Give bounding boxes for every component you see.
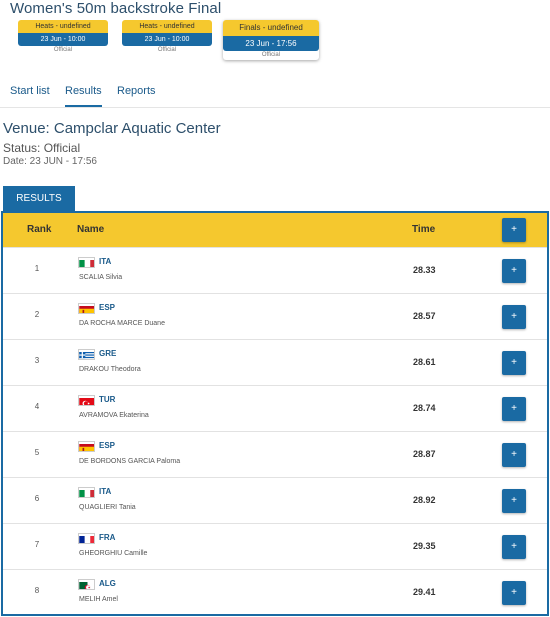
athlete-name[interactable]: GHEORGHIU Camille (79, 550, 147, 557)
italy-flag-icon (78, 487, 95, 498)
row-expand-button[interactable]: + (502, 581, 526, 605)
phase-datetime: 23 Jun - 10:00 (18, 33, 108, 46)
rank-value: 5 (34, 448, 40, 457)
event-title: Women's 50m backstroke Final (10, 0, 222, 17)
rank-value: 2 (34, 310, 40, 319)
time-value: 28.57 (413, 311, 436, 321)
country-code: FRA (99, 533, 116, 542)
plus-icon: + (511, 265, 517, 276)
phase-card-heats-2[interactable]: Heats - undefined 23 Jun - 10:00 Officia… (122, 20, 212, 55)
athlete-name[interactable]: SCALIA Silvia (79, 274, 122, 281)
country-code: TUR (99, 395, 116, 404)
country-code: ALG (99, 579, 116, 588)
athlete-name[interactable]: DRAKOU Theodora (79, 366, 141, 373)
rank-value: 4 (34, 402, 40, 411)
status-label: Status: Official (3, 141, 81, 155)
time-value: 28.74 (413, 403, 436, 413)
plus-icon: + (511, 224, 517, 235)
rank-value: 8 (34, 586, 40, 595)
name-header: Name (77, 224, 105, 235)
tab-results[interactable]: Results (65, 85, 102, 107)
time-value: 29.41 (413, 587, 436, 597)
tab-start-list[interactable]: Start list (10, 85, 50, 107)
phase-status: Official (261, 52, 281, 58)
time-value: 28.92 (413, 495, 436, 505)
france-flag-icon (78, 533, 95, 544)
phase-status: Official (157, 47, 177, 53)
phase-name: Finals - undefined (223, 20, 319, 36)
turkey-flag-icon (78, 395, 95, 406)
athlete-name[interactable]: MELIH Amel (79, 596, 118, 603)
phase-datetime: 23 Jun - 17:56 (223, 36, 319, 51)
phase-datetime: 23 Jun - 10:00 (122, 33, 212, 46)
rank-value: 6 (34, 494, 40, 503)
expand-all-button[interactable]: + (502, 218, 526, 242)
results-table: Rank Name Time + 1 ITA SCALIA Silvia 28.33 +… (1, 211, 549, 616)
row-expand-button[interactable]: + (502, 351, 526, 375)
plus-icon: + (511, 587, 517, 598)
phase-name: Heats - undefined (122, 20, 212, 33)
athlete-name[interactable]: QUAGLIERI Tania (79, 504, 136, 511)
table-row: 5 ESP DE BORDONS GARCIA Paloma 28.87 + (3, 431, 547, 477)
table-row: 3 GRE DRAKOU Theodora 28.61 + (3, 339, 547, 385)
country-code: ESP (99, 441, 116, 450)
venue-label: Venue: Campclar Aquatic Center (3, 120, 221, 137)
phase-card-heats-1[interactable]: Heats - undefined 23 Jun - 10:00 Officia… (18, 20, 108, 55)
spain-flag-icon (78, 303, 95, 314)
table-header: Rank Name Time + (3, 213, 547, 247)
country-code: ITA (99, 257, 112, 266)
tab-bar: Start list Results Reports (0, 80, 550, 108)
time-header: Time (412, 224, 436, 235)
table-row: 6 ITA QUAGLIERI Tania 28.92 + (3, 477, 547, 523)
row-expand-button[interactable]: + (502, 443, 526, 467)
athlete-name[interactable]: AVRAMOVA Ekaterina (79, 412, 149, 419)
row-expand-button[interactable]: + (502, 305, 526, 329)
algeria-flag-icon (78, 579, 95, 590)
rank-value: 3 (34, 356, 40, 365)
table-row: 1 ITA SCALIA Silvia 28.33 + (3, 247, 547, 293)
plus-icon: + (511, 449, 517, 460)
plus-icon: + (511, 541, 517, 552)
tab-reports[interactable]: Reports (117, 85, 156, 107)
phase-status: Official (53, 47, 73, 53)
plus-icon: + (511, 311, 517, 322)
athlete-name[interactable]: DE BORDONS GARCIA Paloma (79, 458, 180, 465)
country-code: ITA (99, 487, 112, 496)
rank-header: Rank (27, 224, 52, 235)
time-value: 28.87 (413, 449, 436, 459)
phase-card-finals[interactable]: Finals - undefined 23 Jun - 17:56 Offici… (223, 20, 319, 60)
plus-icon: + (511, 495, 517, 506)
plus-icon: + (511, 357, 517, 368)
italy-flag-icon (78, 257, 95, 268)
row-expand-button[interactable]: + (502, 397, 526, 421)
table-row: 4 TUR AVRAMOVA Ekaterina 28.74 + (3, 385, 547, 431)
row-expand-button[interactable]: + (502, 489, 526, 513)
time-value: 28.61 (413, 357, 436, 367)
greece-flag-icon (78, 349, 95, 360)
rank-value: 1 (34, 264, 40, 273)
table-row: 2 ESP DA ROCHA MARCE Duane 28.57 + (3, 293, 547, 339)
plus-icon: + (511, 403, 517, 414)
results-tab[interactable]: RESULTS (3, 186, 75, 212)
spain-flag-icon (78, 441, 95, 452)
rank-value: 7 (34, 540, 40, 549)
table-row: 8 ALG MELIH Amel 29.41 + (3, 569, 547, 615)
row-expand-button[interactable]: + (502, 535, 526, 559)
table-row: 7 FRA GHEORGHIU Camille 29.35 + (3, 523, 547, 569)
time-value: 28.33 (413, 265, 436, 275)
phase-name: Heats - undefined (18, 20, 108, 33)
row-expand-button[interactable]: + (502, 259, 526, 283)
country-code: ESP (99, 303, 116, 312)
athlete-name[interactable]: DA ROCHA MARCE Duane (79, 320, 165, 327)
time-value: 29.35 (413, 541, 436, 551)
date-label: Date: 23 JUN - 17:56 (3, 156, 97, 167)
country-code: GRE (99, 349, 117, 358)
